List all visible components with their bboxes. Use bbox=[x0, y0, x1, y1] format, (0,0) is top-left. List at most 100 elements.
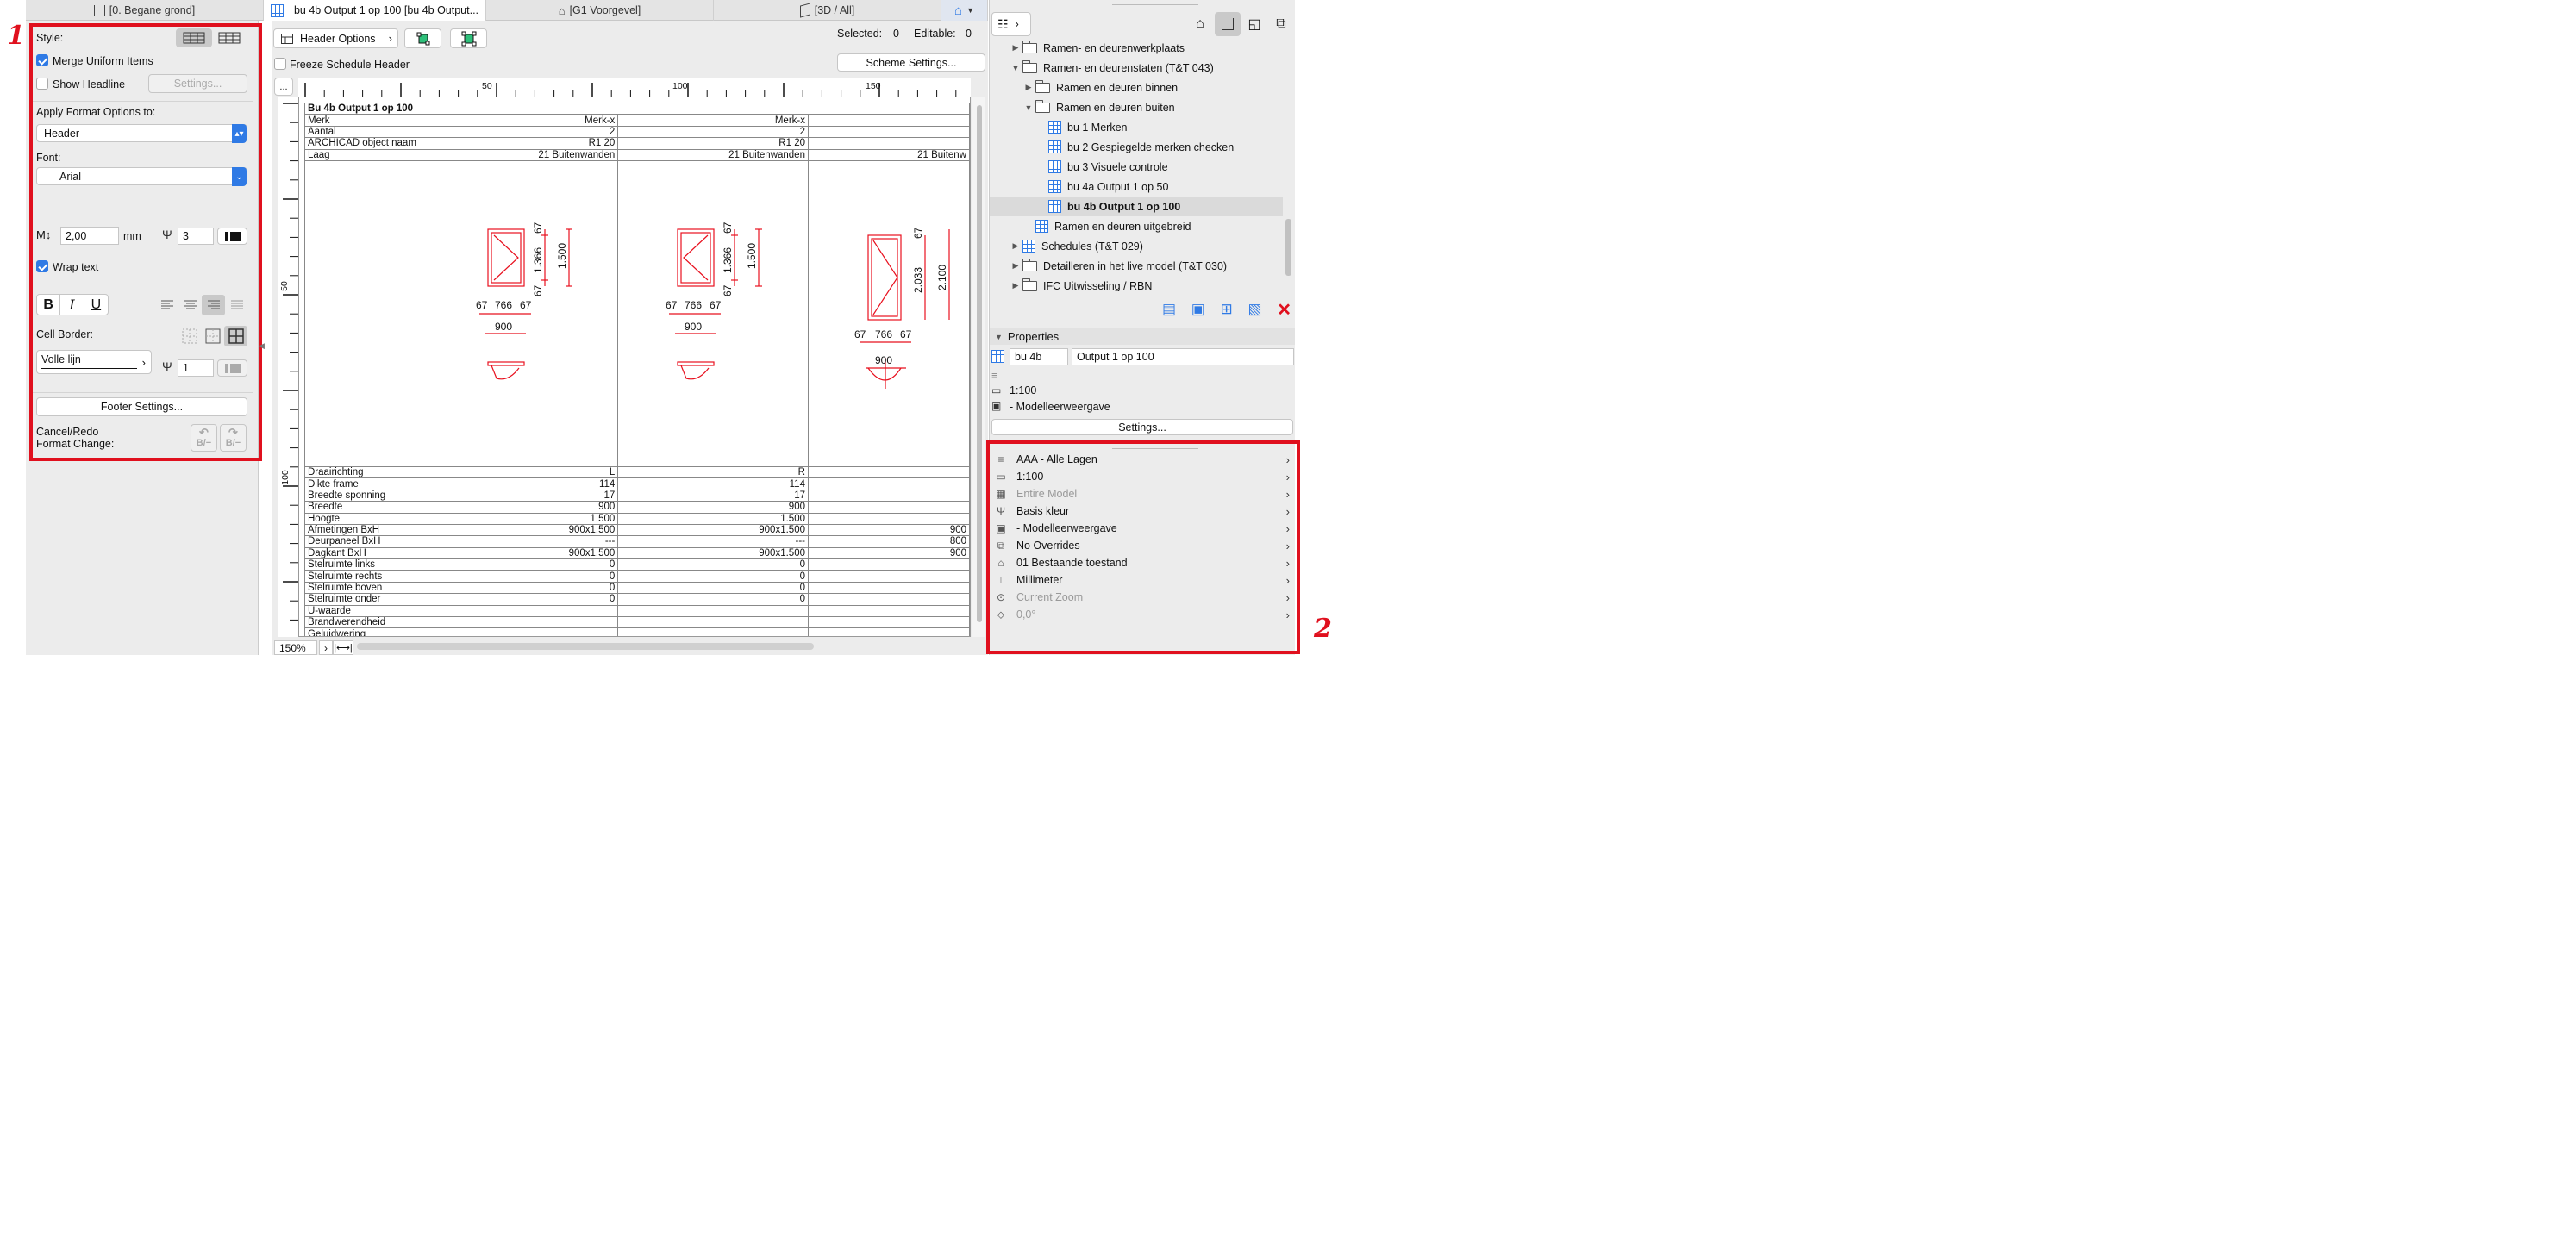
table-cell[interactable]: Merk-x bbox=[428, 114, 619, 127]
table-cell[interactable]: 900 bbox=[807, 523, 970, 537]
align-center-icon[interactable] bbox=[178, 295, 202, 315]
tree-item[interactable]: ▶ Schedules (T&T 029) bbox=[990, 236, 1283, 256]
new-view-icon[interactable]: ▣ bbox=[1191, 301, 1205, 318]
tree-item[interactable]: ▼ Ramen- en deurenstaten (T&T 043) bbox=[990, 58, 1283, 78]
table-cell[interactable]: 0 bbox=[428, 558, 619, 571]
more-options-button[interactable]: ... bbox=[274, 78, 293, 96]
tree-item[interactable]: bu 2 Gespiegelde merken checken bbox=[990, 137, 1283, 157]
table-cell[interactable]: 0 bbox=[617, 593, 809, 606]
table-cell[interactable] bbox=[428, 627, 619, 636]
freeze-header-checkbox[interactable] bbox=[274, 58, 286, 70]
table-cell[interactable] bbox=[807, 558, 970, 571]
delete-icon[interactable]: ✕ bbox=[1277, 299, 1291, 321]
pen-color-button[interactable] bbox=[217, 228, 247, 245]
table-cell[interactable]: 900x1.500 bbox=[617, 523, 809, 537]
quick-option-rotation[interactable]: ⬦ 0,0° › bbox=[993, 606, 1295, 623]
disclosure-triangle-icon[interactable]: ▶ bbox=[1009, 281, 1022, 290]
row-label[interactable]: Stelruimte boven bbox=[303, 581, 429, 595]
tree-item[interactable]: bu 1 Merken bbox=[990, 117, 1283, 137]
merge-uniform-checkbox[interactable] bbox=[36, 54, 48, 66]
add-item-icon[interactable]: ⊞ bbox=[1221, 301, 1233, 318]
row-label[interactable]: Dagkant BxH bbox=[303, 546, 429, 560]
table-cell[interactable] bbox=[807, 616, 970, 629]
table-cell[interactable]: 21 Buitenw bbox=[807, 148, 970, 161]
border-pen-color-button[interactable] bbox=[217, 359, 247, 377]
navigator-map-button[interactable]: ☷ › bbox=[991, 12, 1031, 36]
select-cells-button[interactable] bbox=[450, 28, 487, 48]
table-cell[interactable]: 0 bbox=[617, 581, 809, 595]
row-label[interactable]: Stelruimte links bbox=[303, 558, 429, 571]
row-label[interactable]: Brandwerendheid bbox=[303, 616, 429, 629]
row-label[interactable]: Dikte frame bbox=[303, 477, 429, 490]
border-pen-field[interactable]: 1 bbox=[178, 359, 214, 377]
redo-format-button[interactable]: ↷ B/− bbox=[220, 424, 247, 452]
quick-option-structure[interactable]: ▦ Entire Model › bbox=[993, 485, 1295, 502]
new-folder-icon[interactable]: ▤ bbox=[1162, 301, 1176, 318]
tree-item[interactable]: ▶ Detailleren in het live model (T&T 030) bbox=[990, 256, 1283, 276]
quick-option-dimension[interactable]: ⌶ Millimeter › bbox=[993, 571, 1295, 589]
disclosure-triangle-icon[interactable]: ▼ bbox=[1022, 103, 1035, 112]
border-outline-icon[interactable] bbox=[201, 326, 224, 346]
table-cell[interactable]: 900x1.500 bbox=[428, 523, 619, 537]
row-label[interactable]: Breedte sponning bbox=[303, 489, 429, 502]
table-cell[interactable]: 1.500 bbox=[428, 512, 619, 525]
style-open-button[interactable] bbox=[214, 28, 245, 47]
tree-item[interactable]: Ramen en deuren uitgebreid bbox=[990, 216, 1283, 236]
scrollbar-thumb[interactable] bbox=[977, 105, 982, 622]
border-all-icon[interactable] bbox=[224, 326, 247, 346]
table-cell[interactable] bbox=[807, 627, 970, 636]
tree-scrollbar[interactable] bbox=[1285, 219, 1291, 276]
row-label[interactable]: Hoogte bbox=[303, 512, 429, 525]
table-cell[interactable] bbox=[807, 570, 970, 583]
table-cell[interactable]: Merk-x bbox=[617, 114, 809, 127]
border-none-icon[interactable] bbox=[178, 326, 201, 346]
show-headline-checkbox[interactable] bbox=[36, 78, 48, 90]
table-cell[interactable] bbox=[807, 137, 970, 150]
table-cell[interactable]: 0 bbox=[428, 581, 619, 595]
align-right-icon[interactable] bbox=[202, 295, 225, 315]
table-cell[interactable]: L bbox=[428, 465, 619, 479]
align-justify-icon[interactable] bbox=[225, 295, 248, 315]
publisher-sets-icon[interactable]: ⧉ bbox=[1271, 14, 1291, 34]
tab-floor-plan[interactable]: [0. Begane grond] bbox=[26, 0, 264, 21]
table-cell[interactable] bbox=[807, 489, 970, 502]
table-cell[interactable]: 21 Buitenwanden bbox=[428, 148, 619, 161]
layout-book-icon[interactable]: ◱ bbox=[1244, 14, 1265, 34]
table-cell[interactable]: 21 Buitenwanden bbox=[617, 148, 809, 161]
table-cell[interactable]: 800 bbox=[807, 535, 970, 548]
tree-item[interactable]: bu 3 Visuele controle bbox=[990, 157, 1283, 177]
table-cell[interactable] bbox=[807, 465, 970, 479]
table-cell[interactable]: 900 bbox=[617, 501, 809, 514]
door-preview-cell[interactable]: 67 2.033 2.100 67 766 67 900 bbox=[807, 159, 970, 467]
row-label[interactable]: Stelruimte rechts bbox=[303, 570, 429, 583]
disclosure-triangle-icon[interactable]: ▶ bbox=[1009, 261, 1022, 271]
text-size-field[interactable]: 2,00 bbox=[60, 227, 119, 245]
table-cell[interactable] bbox=[807, 114, 970, 127]
table-cell[interactable]: 900x1.500 bbox=[428, 546, 619, 560]
table-cell[interactable]: --- bbox=[617, 535, 809, 548]
fit-view-button[interactable] bbox=[404, 28, 441, 48]
row-label[interactable]: Deurpaneel BxH bbox=[303, 535, 429, 548]
horizontal-scrollbar[interactable] bbox=[357, 643, 814, 650]
door-preview-cell[interactable]: 67 1.366 1.500 67 67 766 67 900 bbox=[617, 159, 809, 467]
vertical-scrollbar[interactable] bbox=[972, 97, 985, 637]
collapse-panel-icon[interactable]: ◀ bbox=[259, 341, 265, 351]
tab-3d[interactable]: [3D / All] bbox=[714, 0, 941, 21]
view-map-button[interactable] bbox=[1215, 12, 1241, 36]
table-cell[interactable] bbox=[807, 512, 970, 525]
table-cell[interactable] bbox=[807, 593, 970, 606]
table-cell[interactable]: 0 bbox=[428, 570, 619, 583]
disclosure-triangle-icon[interactable]: ▶ bbox=[1009, 43, 1022, 53]
row-label[interactable]: Draairichting bbox=[303, 465, 429, 479]
quick-option-renovation[interactable]: ⌂ 01 Bestaande toestand › bbox=[993, 554, 1295, 571]
view-settings-button[interactable]: Settings... bbox=[991, 419, 1293, 435]
schedule-title[interactable]: Bu 4b Output 1 op 100 bbox=[304, 102, 970, 115]
row-label[interactable]: ARCHICAD object naam bbox=[303, 137, 429, 150]
line-type-select[interactable]: Volle lijn › bbox=[36, 350, 152, 374]
disclosure-triangle-icon[interactable]: ▼ bbox=[1009, 64, 1022, 72]
table-cell[interactable] bbox=[807, 581, 970, 595]
table-cell[interactable] bbox=[807, 604, 970, 618]
table-cell[interactable]: 0 bbox=[428, 593, 619, 606]
tree-item[interactable]: bu 4a Output 1 op 50 bbox=[990, 177, 1283, 197]
row-label[interactable]: Afmetingen BxH bbox=[303, 523, 429, 537]
